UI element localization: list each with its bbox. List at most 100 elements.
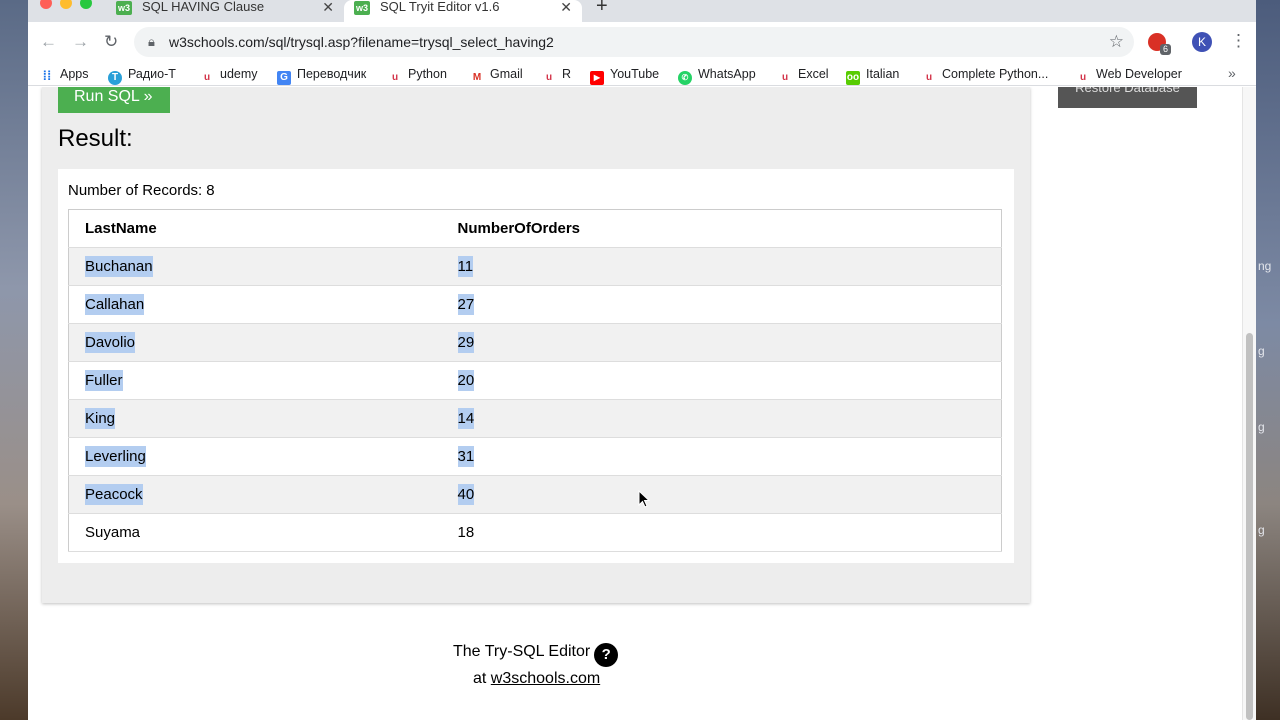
cell-lastname: King	[68, 399, 442, 438]
cell-numberoforders-text: 11	[457, 256, 474, 277]
result-box: Number of Records: 8 LastName NumberOfOrd…	[58, 169, 1014, 563]
table-row: Leverling 31	[68, 437, 1002, 476]
cell-lastname: Peacock	[68, 475, 442, 514]
minimize-window-button[interactable]	[60, 0, 72, 9]
reload-icon[interactable]: ↻	[104, 32, 118, 52]
cell-numberoforders: 11	[441, 247, 1002, 286]
cell-numberoforders-text: 14	[457, 408, 475, 429]
scrollbar-thumb[interactable]	[1246, 333, 1253, 720]
footer-attribution: at w3schools.com	[473, 670, 600, 688]
cell-numberoforders-text: 27	[457, 294, 475, 315]
udemy-icon: u	[203, 72, 211, 83]
duolingo-icon: oo	[846, 71, 860, 85]
bookmark-label: Радио-Т	[128, 67, 176, 81]
profile-avatar[interactable]: K	[1192, 32, 1212, 52]
bookmark-italian[interactable]: oo Italian	[846, 66, 899, 85]
tab-title: SQL HAVING Clause	[142, 0, 265, 14]
more-bookmarks-icon[interactable]: »	[1228, 65, 1236, 81]
table-row: Suyama 18	[68, 513, 1002, 552]
bookmark-r[interactable]: uR	[542, 66, 572, 83]
apps-grid-icon: ⁞⁞	[42, 68, 52, 83]
table-row: King 14	[68, 399, 1002, 438]
desktop-background-left	[0, 0, 28, 720]
cell-lastname: Suyama	[68, 513, 442, 552]
result-panel: Run SQL » Result: Number of Records: 8 La…	[42, 87, 1030, 603]
bookmark-translate[interactable]: G Переводчик	[277, 66, 367, 85]
cell-lastname-text: Peacock	[85, 484, 143, 505]
restore-database-button[interactable]: Restore Database	[1058, 87, 1197, 108]
bookmark-label: Python	[408, 67, 447, 81]
mouse-cursor-icon	[638, 490, 651, 508]
cell-lastname: Callahan	[68, 285, 442, 324]
extension-badge: 6	[1160, 44, 1172, 55]
cell-numberoforders-text: 40	[457, 484, 475, 505]
forward-arrow-icon[interactable]: →	[72, 32, 89, 52]
bookmark-excel[interactable]: u Excel	[778, 66, 829, 83]
bookmark-web-developer[interactable]: u Web Developer	[1076, 66, 1182, 83]
cell-numberoforders: 14	[441, 399, 1002, 438]
close-window-button[interactable]	[40, 0, 52, 9]
page-content: Run SQL » Result: Number of Records: 8 La…	[28, 87, 1256, 720]
w3schools-link[interactable]: w3schools.com	[491, 670, 600, 687]
desktop-text-fragment: g	[1258, 523, 1265, 537]
lock-icon[interactable]: 🔒︎	[148, 34, 155, 50]
help-icon[interactable]: ?	[594, 643, 619, 667]
table-row: Buchanan 11	[68, 247, 1002, 286]
table-row: Peacock 40	[68, 475, 1002, 514]
bookmark-udemy[interactable]: u udemy	[200, 66, 258, 83]
bookmark-radio-t[interactable]: T Радио-Т	[108, 66, 176, 85]
cell-numberoforders: 20	[441, 361, 1002, 400]
cell-numberoforders: 27	[441, 285, 1002, 324]
bookmark-label: R	[562, 67, 572, 81]
table-row: Davolio 29	[68, 323, 1002, 362]
radio-t-icon: T	[108, 71, 122, 85]
tab-sql-having-clause[interactable]: w3 SQL HAVING Clause ✕	[106, 0, 344, 22]
bookmark-python[interactable]: u Python	[388, 66, 447, 83]
tab-title: SQL Tryit Editor v1.6	[380, 0, 500, 14]
desktop-text-fragment: g	[1258, 420, 1265, 434]
w3schools-favicon-icon: w3	[354, 1, 370, 15]
cell-lastname-text: Fuller	[85, 370, 123, 391]
records-label: Number of Records:	[68, 182, 203, 199]
bookmark-gmail[interactable]: M Gmail	[470, 66, 523, 83]
bookmark-youtube[interactable]: ▶ YouTube	[590, 66, 659, 85]
page-scrollbar[interactable]	[1242, 87, 1256, 720]
desktop-text-fragment: g	[1258, 344, 1265, 358]
youtube-icon: ▶	[590, 71, 604, 85]
close-tab-icon[interactable]: ✕	[560, 0, 572, 14]
udemy-icon: u	[925, 72, 933, 83]
close-tab-icon[interactable]: ✕	[322, 0, 334, 14]
cell-lastname: Fuller	[68, 361, 442, 400]
bookmark-label: Apps	[60, 67, 89, 81]
cell-lastname: Leverling	[68, 437, 442, 476]
cell-numberoforders: 18	[441, 513, 1002, 552]
desktop-text-fragment: ng	[1258, 259, 1272, 273]
whatsapp-icon: ✆	[678, 71, 692, 85]
bookmark-label: WhatsApp	[698, 67, 756, 81]
desktop-background-right: ng g g g	[1256, 0, 1280, 720]
bookmark-star-icon[interactable]: ☆	[1109, 32, 1124, 52]
new-tab-icon[interactable]: +	[596, 0, 608, 16]
tab-sql-tryit-editor[interactable]: w3 SQL Tryit Editor v1.6 ✕	[344, 0, 582, 22]
browser-menu-icon[interactable]: ⋮	[1230, 31, 1247, 51]
cell-numberoforders: 40	[441, 475, 1002, 514]
records-count: Number of Records: 8	[68, 182, 215, 199]
translate-icon: G	[277, 71, 291, 85]
address-bar[interactable]: 🔒︎ w3schools.com/sql/trysql.asp?filename…	[134, 27, 1134, 57]
bookmark-whatsapp[interactable]: ✆ WhatsApp	[678, 66, 756, 85]
udemy-icon: u	[781, 72, 789, 83]
w3schools-favicon-icon: w3	[116, 1, 132, 15]
column-header-numberoforders: NumberOfOrders	[441, 209, 1002, 248]
back-arrow-icon[interactable]: ←	[40, 32, 57, 52]
cell-lastname-text: Buchanan	[85, 256, 153, 277]
bookmark-complete-python[interactable]: u Complete Python...	[922, 66, 1048, 83]
bookmark-apps[interactable]: ⁞⁞ Apps	[40, 66, 89, 83]
zoom-window-button[interactable]	[80, 0, 92, 9]
url-text[interactable]: w3schools.com/sql/trysql.asp?filename=tr…	[169, 34, 554, 50]
bookmark-label: Переводчик	[297, 67, 367, 81]
run-sql-button[interactable]: Run SQL »	[58, 87, 170, 113]
cell-numberoforders-text: 31	[457, 446, 475, 467]
table-header-row: LastName NumberOfOrders	[68, 209, 1002, 248]
bookmark-label: Web Developer	[1096, 67, 1182, 81]
cell-lastname-text: Davolio	[85, 332, 136, 353]
